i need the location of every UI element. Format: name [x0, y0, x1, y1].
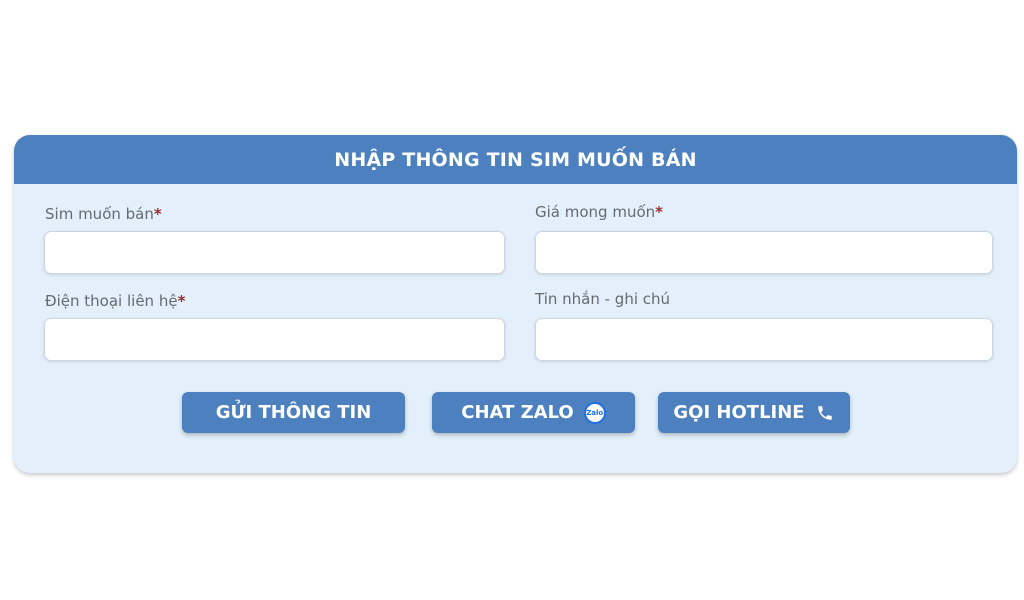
sim-label: Sim muốn bán*: [45, 205, 162, 223]
call-hotline-button[interactable]: GỌI HOTLINE: [658, 392, 850, 433]
sim-label-text: Sim muốn bán: [45, 205, 154, 223]
price-label: Giá mong muốn*: [535, 203, 663, 221]
phone-icon: [815, 403, 835, 423]
note-input[interactable]: [535, 318, 993, 361]
phone-label-text: Điện thoại liên hệ: [45, 292, 178, 310]
phone-label: Điện thoại liên hệ*: [45, 292, 185, 310]
required-mark: *: [153, 205, 162, 223]
note-label: Tin nhắn - ghi chú: [535, 290, 670, 308]
form-title: NHẬP THÔNG TIN SIM MUỐN BÁN: [14, 135, 1017, 184]
price-label-text: Giá mong muốn: [535, 203, 656, 221]
required-mark: *: [655, 203, 663, 221]
chat-zalo-button[interactable]: CHAT ZALO Zalo: [432, 392, 635, 433]
price-input[interactable]: [535, 231, 993, 274]
submit-button[interactable]: GỬI THÔNG TIN: [182, 392, 405, 433]
chat-zalo-button-label: CHAT ZALO: [461, 402, 574, 423]
call-hotline-button-label: GỌI HOTLINE: [673, 402, 805, 423]
required-mark: *: [177, 292, 186, 310]
note-label-text: Tin nhắn - ghi chú: [535, 290, 671, 308]
sim-input[interactable]: [44, 231, 505, 274]
zalo-icon: Zalo: [583, 401, 606, 424]
submit-button-label: GỬI THÔNG TIN: [215, 402, 372, 423]
phone-input[interactable]: [44, 318, 505, 361]
